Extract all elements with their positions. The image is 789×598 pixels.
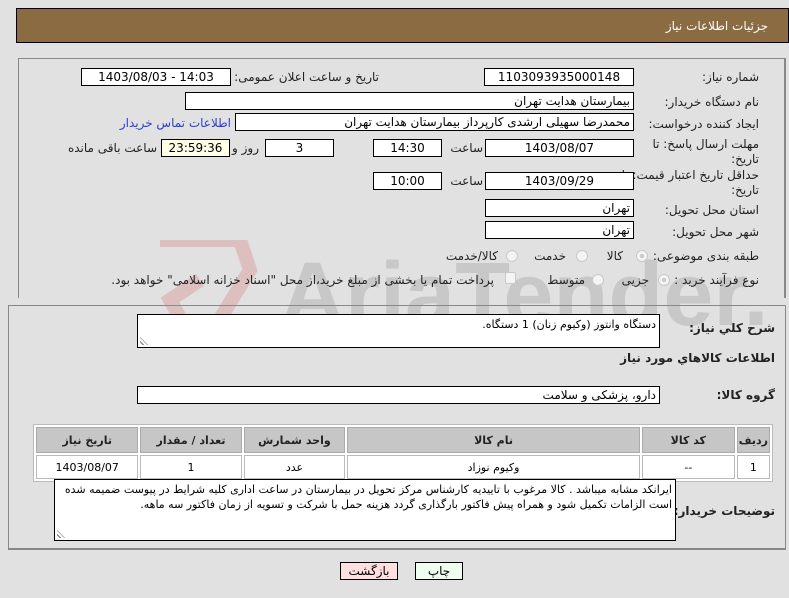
reply-time-label: ساعت: [450, 141, 483, 155]
process-option-minor: جزیی: [621, 273, 649, 287]
treasury-checkbox[interactable]: [505, 272, 516, 284]
cell-need-date: 1403/08/07: [36, 455, 139, 479]
col-quantity: تعداد / مقدار: [140, 427, 242, 453]
creator-field: محمدرضا سهیلی ارشدی کارپرداز بیمارستان ه…: [235, 113, 634, 131]
print-button[interactable]: چاپ: [415, 562, 463, 580]
buyer-org-label: نام دستگاه خریدار:: [664, 95, 760, 109]
goods-group-label: گروه کالا:: [716, 388, 775, 402]
goods-group-field: دارو، پزشکی و سلامت: [137, 386, 660, 404]
category-option-goods: کالا: [606, 249, 623, 263]
cell-row-number: 1: [736, 455, 770, 479]
table-header-row: ردیف کد کالا نام کالا واحد شمارش تعداد /…: [36, 427, 770, 453]
need-number-label: شماره نیاز:: [702, 70, 759, 84]
city-label: شهر محل تحویل:: [672, 225, 759, 239]
creator-label: ایجاد کننده درخواست:: [648, 117, 759, 131]
general-desc-textarea[interactable]: دستگاه وانتوز (وکیوم زنان) 1 دستگاه.: [137, 314, 660, 348]
cell-unit: عدد: [243, 455, 346, 479]
cell-item-code: --: [641, 455, 735, 479]
remaining-time-label: ساعت باقی مانده: [67, 141, 157, 155]
province-label: استان محل تحویل:: [664, 203, 759, 217]
buyer-notes-text: ایرانکد مشابه میباشد . کالا مرغوب با تای…: [64, 483, 672, 511]
table-row: 1 -- وکیوم نوزاد عدد 1 1403/08/07: [36, 455, 770, 479]
need-number-field: 1103093935000148: [484, 68, 634, 86]
back-button[interactable]: بازگشت: [340, 562, 398, 580]
process-radio-minor[interactable]: [658, 274, 670, 286]
category-label: طبقه بندی موضوعی:: [652, 249, 759, 263]
days-remaining-field: 3: [265, 139, 334, 157]
buyer-notes-textarea[interactable]: ایرانکد مشابه میباشد . کالا مرغوب با تای…: [54, 479, 676, 541]
col-unit: واحد شمارش: [243, 427, 346, 453]
category-radio-goods-service[interactable]: [506, 250, 518, 262]
announce-datetime-field: 1403/08/03 - 14:03: [81, 68, 231, 86]
resize-grip-icon[interactable]: [140, 337, 148, 345]
cell-item-name: وکیوم نوزاد: [347, 455, 640, 479]
page-title: جزئیات اطلاعات نیاز: [665, 19, 768, 33]
resize-grip-icon[interactable]: [57, 530, 65, 538]
col-item-name: نام کالا: [347, 427, 640, 453]
general-desc-text: دستگاه وانتوز (وکیوم زنان) 1 دستگاه.: [482, 318, 656, 331]
reply-time-field: 14:30: [373, 139, 442, 157]
buyer-contact-link[interactable]: اطلاعات تماس خریدار: [120, 116, 231, 130]
process-label: نوع فرآیند خرید :: [674, 273, 759, 287]
items-table: ردیف کد کالا نام کالا واحد شمارش تعداد /…: [33, 424, 773, 482]
reply-deadline-label: مهلت ارسال پاسخ: تا تاریخ:: [652, 137, 759, 166]
items-section-title: اطلاعات کالاهاي مورد نياز: [620, 351, 775, 365]
reply-date-field: 1403/08/07: [485, 139, 634, 157]
col-row-number: ردیف: [736, 427, 770, 453]
days-label: روز و: [232, 141, 259, 155]
price-validity-time-field: 10:00: [373, 172, 442, 190]
city-field: تهران: [485, 221, 634, 239]
buyer-org-field: بیمارستان هدایت تهران: [185, 92, 634, 110]
price-validity-time-label: ساعت: [450, 174, 483, 188]
general-desc-label: شرح کلي نياز:: [689, 321, 775, 335]
province-field: تهران: [485, 199, 634, 217]
announce-label: تاریخ و ساعت اعلان عمومی:: [234, 70, 379, 84]
col-item-code: کد کالا: [641, 427, 735, 453]
category-option-goods-service: کالا/خدمت: [445, 249, 498, 263]
category-radio-goods[interactable]: [636, 250, 648, 262]
process-option-medium: متوسط: [547, 273, 585, 287]
buyer-notes-label: توضیحات خریدار:: [673, 504, 775, 518]
process-radio-medium[interactable]: [592, 274, 604, 286]
category-option-service: خدمت: [534, 249, 566, 263]
cell-quantity: 1: [140, 455, 242, 479]
category-radio-service[interactable]: [576, 250, 588, 262]
treasury-checkbox-label: پرداخت تمام یا بخشی از مبلغ خرید،از محل …: [111, 273, 494, 287]
page-header: جزئیات اطلاعات نیاز: [16, 8, 789, 43]
remaining-time-field: 23:59:36: [161, 139, 230, 157]
col-need-date: تاریخ نیاز: [36, 427, 139, 453]
price-validity-date-field: 1403/09/29: [485, 172, 634, 190]
price-validity-label: حداقل تاریخ اعتبار قیمت: تا تاریخ:: [621, 168, 759, 197]
